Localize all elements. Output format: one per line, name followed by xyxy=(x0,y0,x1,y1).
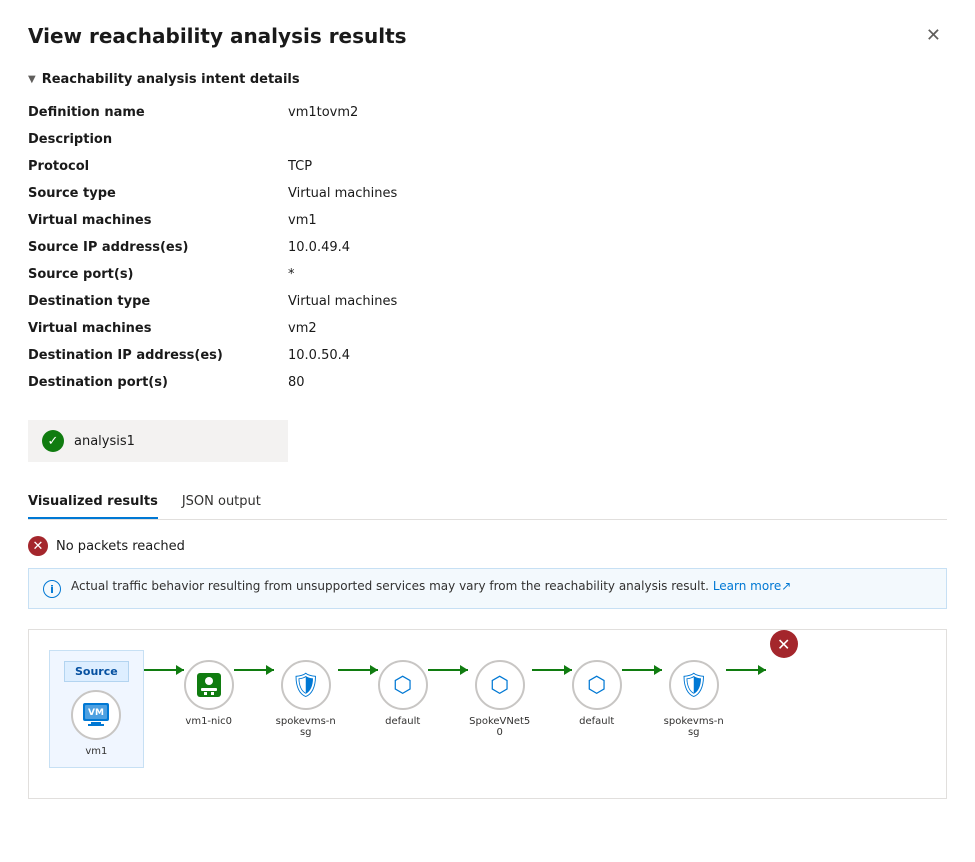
section-title: Reachability analysis intent details xyxy=(42,72,300,87)
no-packets-row: ✕ No packets reached xyxy=(28,536,947,556)
field-value-1 xyxy=(288,126,947,153)
shield-icon-2: 🛡 xyxy=(678,671,708,699)
node-circle-spokevms-nsg1: 🛡 xyxy=(281,660,331,710)
node-label-spokevms-nsg2: spokevms-nsg xyxy=(662,716,726,738)
node-circle-spokevnet50: ⬡ xyxy=(475,660,525,710)
tabs: Visualized results JSON output xyxy=(28,486,947,520)
field-label-1: Description xyxy=(28,126,288,153)
flow-node-default1: ⬡ default xyxy=(378,660,428,727)
no-packets-text: No packets reached xyxy=(56,539,185,554)
field-value-8: vm2 xyxy=(288,315,947,342)
node-circle-default2: ⬡ xyxy=(572,660,622,710)
field-label-5: Source IP address(es) xyxy=(28,234,288,261)
error-circle-icon: ✕ xyxy=(28,536,48,556)
flow-arrow-7 xyxy=(726,669,766,671)
field-value-6: * xyxy=(288,261,947,288)
flow-node-default2: ⬡ default xyxy=(572,660,622,727)
shield-icon-1: 🛡 xyxy=(290,671,320,699)
dialog-title: View reachability analysis results xyxy=(28,24,407,48)
check-icon: ✓ xyxy=(42,430,64,452)
field-label-0: Definition name xyxy=(28,99,288,126)
field-label-8: Virtual machines xyxy=(28,315,288,342)
node-label-vm1: vm1 xyxy=(85,746,107,757)
node-circle-default1: ⬡ xyxy=(378,660,428,710)
info-icon: i xyxy=(43,580,61,598)
flow-arrow-2 xyxy=(234,669,274,671)
close-button[interactable]: ✕ xyxy=(920,24,947,46)
field-value-2: TCP xyxy=(288,153,947,180)
field-label-7: Destination type xyxy=(28,288,288,315)
flow-arrow-1 xyxy=(144,669,184,671)
field-label-9: Destination IP address(es) xyxy=(28,342,288,369)
field-label-2: Protocol xyxy=(28,153,288,180)
flow-node-vm1: VM vm1 xyxy=(71,690,121,757)
flow-arrow-5 xyxy=(532,669,572,671)
section-header: ▼ Reachability analysis intent details xyxy=(28,72,947,87)
flow-node-spokevms-nsg2: 🛡 spokevms-nsg xyxy=(662,660,726,738)
dialog-header: View reachability analysis results ✕ xyxy=(28,24,947,48)
analysis-item[interactable]: ✓ analysis1 xyxy=(28,420,288,462)
details-grid: Definition namevm1tovm2DescriptionProtoc… xyxy=(28,99,947,396)
node-label-default2: default xyxy=(579,716,614,727)
field-value-0: vm1tovm2 xyxy=(288,99,947,126)
node-circle-vm1: VM xyxy=(71,690,121,740)
source-label: Source xyxy=(64,661,129,682)
flow-arrow-3 xyxy=(338,669,378,671)
toggle-icon[interactable]: ▼ xyxy=(28,74,36,85)
tab-visualized[interactable]: Visualized results xyxy=(28,486,158,519)
flow-arrow-6 xyxy=(622,669,662,671)
svg-text:VM: VM xyxy=(88,708,104,718)
field-label-6: Source port(s) xyxy=(28,261,288,288)
dialog: View reachability analysis results ✕ ▼ R… xyxy=(0,0,975,862)
tab-json[interactable]: JSON output xyxy=(182,486,261,519)
field-label-3: Source type xyxy=(28,180,288,207)
analysis-name: analysis1 xyxy=(74,434,135,449)
flow-node-spokevms-nsg1: 🛡 spokevms-nsg xyxy=(274,660,338,738)
field-value-10: 80 xyxy=(288,369,947,396)
node-circle-spokevms-nsg2: 🛡 xyxy=(669,660,719,710)
node-label-spokevms-nsg1: spokevms-nsg xyxy=(274,716,338,738)
flow-container: Source VM vm1 xyxy=(28,629,947,799)
node-circle-vm1-nic0 xyxy=(184,660,234,710)
diamond-icon-1: ⬡ xyxy=(393,673,412,698)
field-label-10: Destination port(s) xyxy=(28,369,288,396)
vm-icon: VM xyxy=(81,701,111,729)
diamond-icon-2: ⬡ xyxy=(490,673,509,698)
error-node: ✕ xyxy=(770,630,798,658)
node-label-default1: default xyxy=(385,716,420,727)
nic-icon xyxy=(195,671,223,699)
field-label-4: Virtual machines xyxy=(28,207,288,234)
flow-node-spokevnet50: ⬡ SpokeVNet50 xyxy=(468,660,532,738)
field-value-5: 10.0.49.4 xyxy=(288,234,947,261)
field-value-7: Virtual machines xyxy=(288,288,947,315)
source-group: Source VM vm1 xyxy=(49,650,144,768)
flow-arrow-4 xyxy=(428,669,468,671)
field-value-9: 10.0.50.4 xyxy=(288,342,947,369)
flow-node-vm1-nic0: vm1-nic0 xyxy=(184,660,234,727)
learn-more-link[interactable]: Learn more↗ xyxy=(713,579,792,593)
field-value-4: vm1 xyxy=(288,207,947,234)
field-value-3: Virtual machines xyxy=(288,180,947,207)
node-label-spokevnet50: SpokeVNet50 xyxy=(468,716,532,738)
info-bar: i Actual traffic behavior resulting from… xyxy=(28,568,947,609)
diamond-icon-3: ⬡ xyxy=(587,673,606,698)
info-text: Actual traffic behavior resulting from u… xyxy=(71,579,791,593)
node-label-vm1-nic0: vm1-nic0 xyxy=(185,716,232,727)
